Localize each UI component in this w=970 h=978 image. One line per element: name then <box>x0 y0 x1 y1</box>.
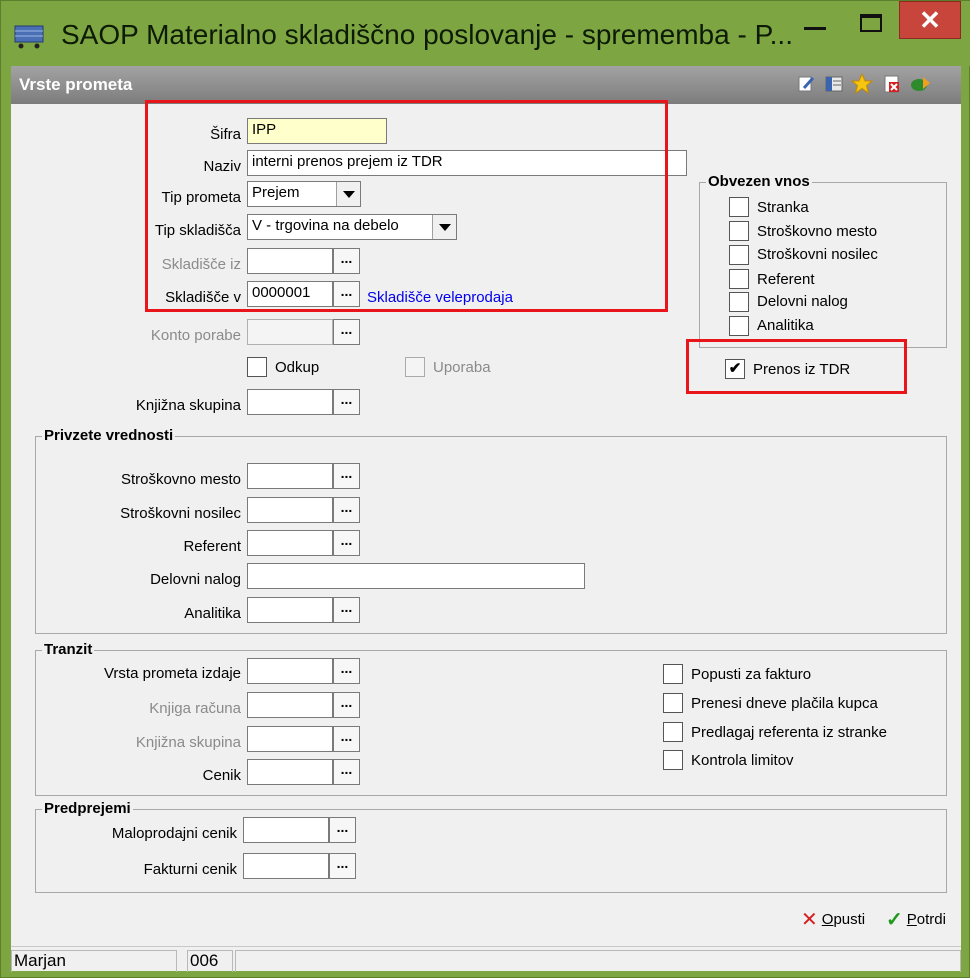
knjizna-skupina-lookup-button[interactable]: ... <box>333 389 360 415</box>
knjiga-racuna-label: Knjiga računa <box>149 700 241 717</box>
stroskovno-mesto-checkbox[interactable] <box>729 221 749 241</box>
maximize-button[interactable] <box>843 1 899 45</box>
privzete-delovni-nalog-label: Delovni nalog <box>150 571 241 588</box>
privzete-vrednosti-title: Privzete vrednosti <box>42 427 176 444</box>
privzete-analitika-lookup-button[interactable]: ... <box>333 597 360 623</box>
cart-icon <box>14 25 44 49</box>
privzete-referent-input[interactable] <box>247 530 333 556</box>
privzete-stroskovno-mesto-label: Stroškovno mesto <box>120 471 241 488</box>
privzete-delovni-nalog-input[interactable] <box>247 563 585 589</box>
prenesi-dneve-placila-label: Prenesi dneve plačila kupca <box>691 695 878 712</box>
cenik-lookup-button[interactable]: ... <box>333 759 360 785</box>
odkup-label: Odkup <box>275 359 320 376</box>
confirm-icon: ✓ <box>886 909 903 931</box>
cancel-icon: ✕ <box>801 909 818 931</box>
application-window: SAOP Materialno skladiščno poslovanje - … <box>0 0 970 978</box>
privzete-referent-lookup-button[interactable]: ... <box>333 530 360 556</box>
predprejemi-title: Predprejemi <box>42 800 133 817</box>
delete-icon[interactable] <box>881 73 903 95</box>
popusti-za-fakturo-checkbox[interactable] <box>663 664 683 684</box>
window-title: SAOP Materialno skladiščno poslovanje - … <box>61 19 793 50</box>
status-code: 006 <box>187 950 233 972</box>
help-icon[interactable] <box>909 73 931 95</box>
predprejemi-group: Predprejemi <box>35 800 947 893</box>
knjizna-skupina-label: Knjižna skupina <box>135 397 241 414</box>
privzete-stroskovno-mesto-input[interactable] <box>247 463 333 489</box>
stroskovni-nosilec-checkbox[interactable] <box>729 245 749 265</box>
maloprodajni-cenik-label: Maloprodajni cenik <box>111 825 237 842</box>
privzete-stroskovni-nosilec-label: Stroškovni nosilec <box>120 505 241 522</box>
tranzit-knjizna-skupina-input[interactable] <box>247 726 333 752</box>
referent-checkbox[interactable] <box>729 269 749 289</box>
odkup-checkbox[interactable] <box>247 357 267 377</box>
konto-porabe-label: Konto porabe <box>150 327 241 344</box>
edit-icon[interactable] <box>795 73 817 95</box>
status-user: Marjan <box>11 950 177 972</box>
form-header: Vrste prometa <box>11 66 961 104</box>
knjiga-racuna-input[interactable] <box>247 692 333 718</box>
cenik-label: Cenik <box>202 767 241 784</box>
tranzit-knjizna-skupina-label: Knjižna skupina <box>135 734 241 751</box>
minimize-icon <box>804 26 826 30</box>
kontrola-limitov-label: Kontrola limitov <box>691 752 794 769</box>
predlagaj-referenta-label: Predlagaj referenta iz stranke <box>691 724 887 741</box>
privzete-analitika-label: Analitika <box>184 605 241 622</box>
privzete-referent-label: Referent <box>183 538 241 555</box>
opusti-button[interactable]: ✕ Opusti <box>801 907 865 932</box>
tranzit-title: Tranzit <box>42 641 95 658</box>
star-icon[interactable] <box>851 73 873 95</box>
privzete-stroskovno-mesto-lookup-button[interactable]: ... <box>333 463 360 489</box>
tranzit-knjizna-skupina-lookup-button[interactable]: ... <box>333 726 360 752</box>
form-header-title: Vrste prometa <box>19 75 133 94</box>
stranka-label: Stranka <box>757 199 809 216</box>
columns-icon[interactable] <box>823 73 845 95</box>
stranka-checkbox[interactable] <box>729 197 749 217</box>
vrsta-prometa-izdaje-lookup-button[interactable]: ... <box>333 658 360 684</box>
predlagaj-referenta-checkbox[interactable] <box>663 722 683 742</box>
maloprodajni-cenik-input[interactable] <box>243 817 329 843</box>
highlight-box-main <box>145 100 668 312</box>
konto-porabe-lookup-button[interactable]: ... <box>333 319 360 345</box>
fakturni-cenik-lookup-button[interactable]: ... <box>329 853 356 879</box>
cenik-input[interactable] <box>247 759 333 785</box>
fakturni-cenik-label: Fakturni cenik <box>143 861 237 878</box>
analitika-checkbox[interactable] <box>729 316 749 336</box>
uporaba-checkbox[interactable] <box>405 357 425 377</box>
knjiga-racuna-lookup-button[interactable]: ... <box>333 692 360 718</box>
close-button[interactable]: ✕ <box>899 1 961 39</box>
maximize-icon <box>860 14 882 32</box>
knjizna-skupina-input[interactable] <box>247 389 333 415</box>
konto-porabe-input[interactable] <box>247 319 333 345</box>
privzete-stroskovni-nosilec-input[interactable] <box>247 497 333 523</box>
referent-label: Referent <box>757 271 815 288</box>
status-bar: Marjan 006 <box>11 946 961 972</box>
privzete-stroskovni-nosilec-lookup-button[interactable]: ... <box>333 497 360 523</box>
stroskovni-nosilec-label: Stroškovni nosilec <box>757 246 878 263</box>
minimize-button[interactable] <box>787 1 843 45</box>
close-icon: ✕ <box>919 4 941 35</box>
vrsta-prometa-izdaje-label: Vrsta prometa izdaje <box>103 665 241 682</box>
kontrola-limitov-checkbox[interactable] <box>663 750 683 770</box>
status-message <box>235 950 961 972</box>
stroskovno-mesto-label: Stroškovno mesto <box>757 223 878 240</box>
form-client-area: Vrste prometa Šifra IPP Naziv interni pr… <box>11 66 961 972</box>
potrdi-button[interactable]: ✓ Potrdi <box>886 907 946 932</box>
popusti-za-fakturo-label: Popusti za fakturo <box>691 666 812 683</box>
delovni-nalog-checkbox[interactable] <box>729 292 749 312</box>
prenesi-dneve-placila-checkbox[interactable] <box>663 693 683 713</box>
opusti-label: Opusti <box>821 911 866 928</box>
potrdi-label: Potrdi <box>906 911 946 928</box>
title-bar[interactable]: SAOP Materialno skladiščno poslovanje - … <box>1 1 970 66</box>
obvezen-vnos-title: Obvezen vnos <box>706 173 812 190</box>
analitika-label: Analitika <box>757 317 814 334</box>
delovni-nalog-label: Delovni nalog <box>757 293 848 310</box>
uporaba-label: Uporaba <box>433 359 491 376</box>
fakturni-cenik-input[interactable] <box>243 853 329 879</box>
vrsta-prometa-izdaje-input[interactable] <box>247 658 333 684</box>
maloprodajni-cenik-lookup-button[interactable]: ... <box>329 817 356 843</box>
privzete-analitika-input[interactable] <box>247 597 333 623</box>
highlight-box-prenos <box>686 339 907 394</box>
